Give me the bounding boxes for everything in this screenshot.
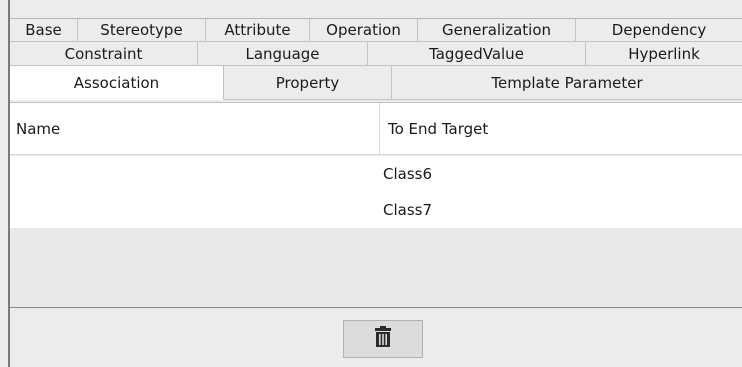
- tab-attribute[interactable]: Attribute: [206, 19, 310, 42]
- tab-base[interactable]: Base: [10, 19, 78, 42]
- tab-row-2: Constraint Language TaggedValue Hyperlin…: [10, 42, 742, 66]
- cell-to-end-target: Class7: [383, 201, 433, 219]
- tab-stereotype[interactable]: Stereotype: [78, 19, 206, 42]
- tab-row-1: Base Stereotype Attribute Operation Gene…: [10, 18, 742, 42]
- cell-name: [16, 156, 371, 192]
- tab-row-3: Association Property Template Parameter: [10, 66, 742, 100]
- column-header-to-end-target[interactable]: To End Target: [379, 103, 739, 155]
- cell-to-end-target: Class6: [383, 165, 433, 183]
- tab-constraint[interactable]: Constraint: [10, 42, 198, 66]
- tab-template-parameter[interactable]: Template Parameter: [392, 66, 742, 100]
- tab-taggedvalue[interactable]: TaggedValue: [368, 42, 586, 66]
- association-table: Name To End Target Class6 Class7: [10, 102, 742, 308]
- tab-language[interactable]: Language: [198, 42, 368, 66]
- tab-property[interactable]: Property: [224, 66, 392, 100]
- tab-operation[interactable]: Operation: [310, 19, 418, 42]
- tab-generalization[interactable]: Generalization: [418, 19, 576, 42]
- tab-association[interactable]: Association: [10, 66, 224, 100]
- cell-name: [16, 192, 371, 228]
- tab-dependency[interactable]: Dependency: [576, 19, 742, 42]
- table-header: Name To End Target: [10, 103, 742, 155]
- trash-icon: [373, 326, 393, 352]
- tab-hyperlink[interactable]: Hyperlink: [586, 42, 742, 66]
- association-tab-panel: Base Stereotype Attribute Operation Gene…: [0, 0, 742, 367]
- column-header-name[interactable]: Name: [16, 103, 371, 155]
- delete-button[interactable]: [343, 320, 423, 358]
- table-row[interactable]: Class7: [10, 192, 742, 228]
- table-row[interactable]: Class6: [10, 156, 742, 192]
